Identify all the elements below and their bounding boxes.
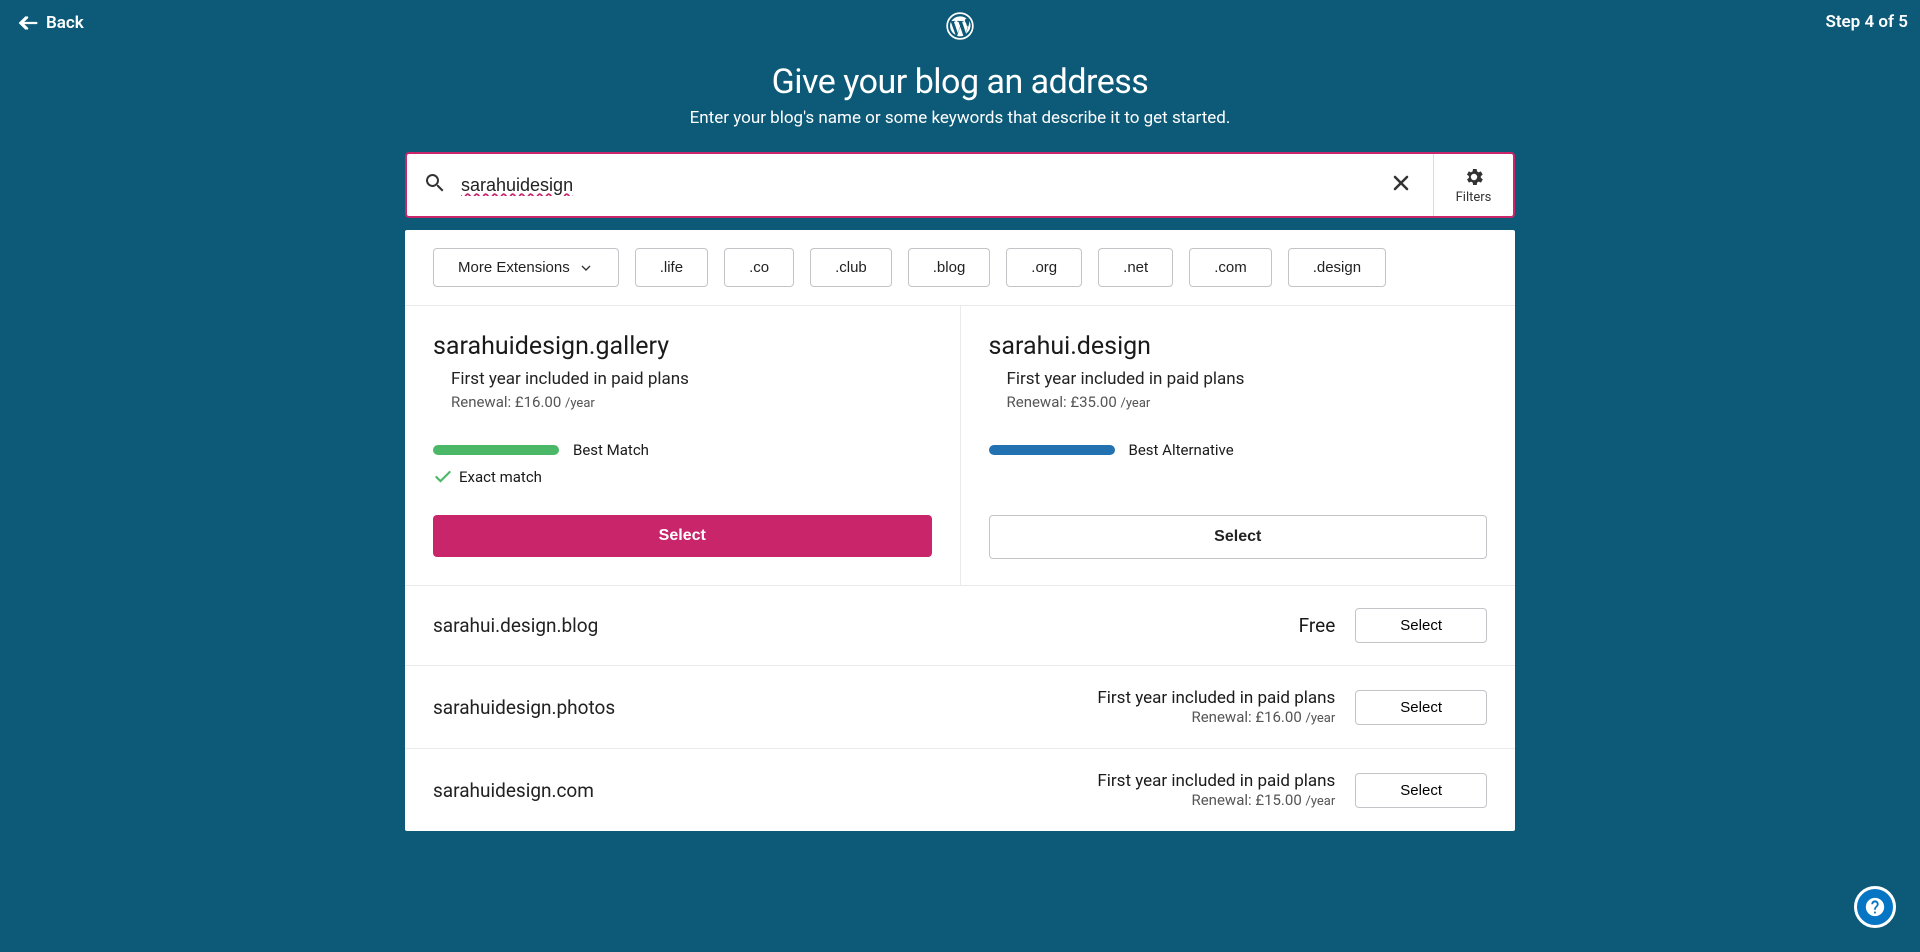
close-icon	[1389, 171, 1413, 195]
search-bar: Filters	[405, 152, 1515, 218]
back-label: Back	[46, 13, 84, 33]
match-badge: Best Match	[573, 441, 649, 459]
plan-info: First year included in paid plans	[433, 369, 932, 389]
wordpress-logo	[946, 12, 974, 44]
more-extensions-label: More Extensions	[458, 259, 570, 276]
select-button[interactable]: Select	[989, 515, 1488, 559]
select-button-primary[interactable]: Select	[433, 515, 932, 557]
domain-name: sarahuidesign.photos	[433, 696, 1077, 719]
price-free: Free	[1299, 614, 1336, 637]
exact-match-indicator: Exact match	[433, 467, 932, 487]
domain-list-row: sarahui.design.blog Free Select	[405, 586, 1515, 666]
extensions-row: More Extensions .life .co .club .blog .o…	[405, 230, 1515, 306]
select-button[interactable]: Select	[1355, 608, 1487, 643]
exact-match-label: Exact match	[459, 468, 542, 486]
match-indicator-bar	[989, 445, 1115, 455]
plan-info: First year included in paid plans	[1097, 688, 1335, 708]
more-extensions-button[interactable]: More Extensions	[433, 248, 619, 287]
check-icon	[433, 467, 453, 487]
back-button[interactable]: Back	[12, 12, 84, 34]
plan-info: First year included in paid plans	[989, 369, 1488, 389]
extension-pill-com[interactable]: .com	[1189, 248, 1272, 287]
renewal-info: Renewal: £35.00 /year	[989, 393, 1488, 411]
help-icon	[1864, 896, 1886, 918]
renewal-info: Renewal: £15.00 /year	[1097, 791, 1335, 809]
extension-pill-org[interactable]: .org	[1006, 248, 1082, 287]
match-indicator-bar	[433, 445, 559, 455]
domain-list-row: sarahuidesign.photos First year included…	[405, 666, 1515, 749]
domain-name: sarahuidesign.com	[433, 779, 1077, 802]
help-button[interactable]	[1854, 886, 1896, 928]
filters-label: Filters	[1456, 190, 1492, 205]
page-subtitle: Enter your blog's name or some keywords …	[0, 108, 1920, 128]
step-indicator: Step 4 of 5	[1825, 12, 1908, 32]
extension-pill-co[interactable]: .co	[724, 248, 794, 287]
renewal-info: Renewal: £16.00 /year	[1097, 708, 1335, 726]
domain-list-row: sarahuidesign.com First year included in…	[405, 749, 1515, 831]
domain-name: sarahui.design.blog	[433, 614, 1279, 637]
select-button[interactable]: Select	[1355, 773, 1487, 808]
page-title: Give your blog an address	[0, 62, 1920, 102]
chevron-down-icon	[578, 260, 594, 276]
extension-pill-club[interactable]: .club	[810, 248, 892, 287]
renewal-info: Renewal: £16.00 /year	[433, 393, 932, 411]
extension-pill-design[interactable]: .design	[1288, 248, 1386, 287]
select-button[interactable]: Select	[1355, 690, 1487, 725]
featured-domain-best-alternative: sarahui.design First year included in pa…	[961, 306, 1516, 585]
extension-pill-blog[interactable]: .blog	[908, 248, 991, 287]
filters-button[interactable]: Filters	[1433, 154, 1513, 216]
match-badge: Best Alternative	[1129, 441, 1234, 459]
domain-name: sarahuidesign.gallery	[433, 332, 932, 361]
gear-icon	[1463, 166, 1485, 188]
search-icon	[423, 171, 447, 199]
extension-pill-net[interactable]: .net	[1098, 248, 1173, 287]
featured-domain-best-match: sarahuidesign.gallery First year include…	[405, 306, 961, 585]
domain-name: sarahui.design	[989, 332, 1488, 361]
clear-search-button[interactable]	[1385, 167, 1417, 203]
plan-info: First year included in paid plans	[1097, 771, 1335, 791]
domain-search-input[interactable]	[447, 175, 1385, 196]
extension-pill-life[interactable]: .life	[635, 248, 708, 287]
arrow-left-icon	[18, 12, 40, 34]
